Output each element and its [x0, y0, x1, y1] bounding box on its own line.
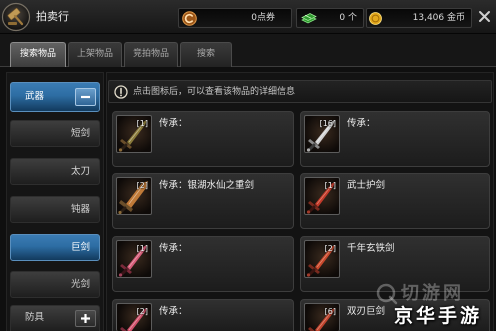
- info-text: 点击图标后，可以查看该物品的详细信息: [133, 87, 296, 97]
- item-name: 传承：: [347, 118, 376, 129]
- coupon-amount: 0点券: [251, 13, 275, 23]
- item-count: [1]: [136, 119, 148, 128]
- minus-icon: [81, 95, 90, 99]
- plus-icon: [81, 314, 90, 323]
- category-weapons[interactable]: 武器: [10, 82, 100, 112]
- item-count: [6]: [324, 307, 336, 316]
- item-card[interactable]: [2] 传承：: [112, 299, 294, 331]
- item-name: 双刃巨剑: [347, 306, 386, 317]
- category-armor[interactable]: 防具: [10, 305, 100, 331]
- item-count: [2]: [136, 307, 148, 316]
- coupon-icon: [182, 11, 197, 26]
- expand-toggle[interactable]: [75, 310, 96, 327]
- item-name: 传承：: [159, 118, 188, 129]
- top-bar: 拍卖行 0点券 0 个 13,406 金币: [0, 0, 496, 34]
- close-icon[interactable]: [477, 9, 492, 24]
- gem-balance: 0 个: [296, 8, 364, 28]
- item-count: [1]: [136, 244, 148, 253]
- subcategory-lightsword[interactable]: 光剑: [10, 271, 100, 298]
- gold-balance: 13,406 金币: [366, 8, 472, 28]
- item-name: 武士护剑: [347, 180, 386, 191]
- green-gem-icon: [300, 11, 318, 26]
- item-count: [2]: [324, 244, 336, 253]
- item-icon-button[interactable]: [2]: [304, 240, 340, 278]
- item-icon-button[interactable]: [16]: [304, 115, 340, 153]
- auction-house-window: 拍卖行 0点券 0 个 13,406 金币 搜索物品 上架物品 竞拍物品 搜索 …: [0, 0, 496, 331]
- tab-search-items[interactable]: 搜索物品: [10, 42, 66, 67]
- subcategory-blunt[interactable]: 钝器: [10, 196, 100, 223]
- coupon-balance: 0点券: [178, 8, 292, 28]
- info-bar: 点击图标后，可以查看该物品的详细信息: [108, 80, 492, 103]
- gold-coin-icon: [369, 12, 382, 25]
- item-card[interactable]: [1] 传承：: [112, 111, 294, 167]
- info-icon: [114, 85, 128, 99]
- gem-amount: 0 个: [339, 13, 357, 23]
- subcategory-greatsword[interactable]: 巨剑: [10, 234, 100, 261]
- tab-bidding-items[interactable]: 竞拍物品: [124, 42, 178, 67]
- item-card[interactable]: [1] 传承：: [112, 236, 294, 292]
- item-icon-button[interactable]: [1]: [304, 177, 340, 215]
- item-icon-button[interactable]: [6]: [304, 303, 340, 331]
- item-name: 传承：: [159, 306, 188, 317]
- item-icon-button[interactable]: [1]: [116, 240, 152, 278]
- close-button[interactable]: [477, 9, 492, 24]
- item-name: 传承：: [159, 243, 188, 254]
- item-icon-button[interactable]: [2]: [116, 303, 152, 331]
- item-count: [16]: [319, 119, 336, 128]
- item-card[interactable]: [2] 传承：银湖水仙之重剑: [112, 173, 294, 229]
- category-armor-label: 防具: [25, 312, 45, 323]
- auction-house-emblem-icon: [1, 2, 31, 32]
- window-title: 拍卖行: [36, 10, 69, 23]
- item-count: [2]: [136, 181, 148, 190]
- subcategory-short-sword[interactable]: 短剑: [10, 120, 100, 147]
- item-count: [1]: [324, 181, 336, 190]
- subcategory-katana[interactable]: 太刀: [10, 158, 100, 185]
- category-weapons-label: 武器: [25, 91, 45, 102]
- item-card[interactable]: [1] 武士护剑: [300, 173, 490, 229]
- item-card[interactable]: [6] 双刃巨剑: [300, 299, 490, 331]
- tab-listed-items[interactable]: 上架物品: [68, 42, 122, 67]
- item-name: 传承：银湖水仙之重剑: [159, 180, 255, 191]
- item-card[interactable]: [2] 千年玄铁剑: [300, 236, 490, 292]
- item-card[interactable]: [16] 传承：: [300, 111, 490, 167]
- item-icon-button[interactable]: [1]: [116, 115, 152, 153]
- collapse-toggle[interactable]: [75, 88, 96, 106]
- item-icon-button[interactable]: [2]: [116, 177, 152, 215]
- gold-amount: 13,406 金币: [412, 13, 465, 23]
- item-name: 千年玄铁剑: [347, 243, 395, 254]
- tab-search[interactable]: 搜索: [180, 42, 232, 67]
